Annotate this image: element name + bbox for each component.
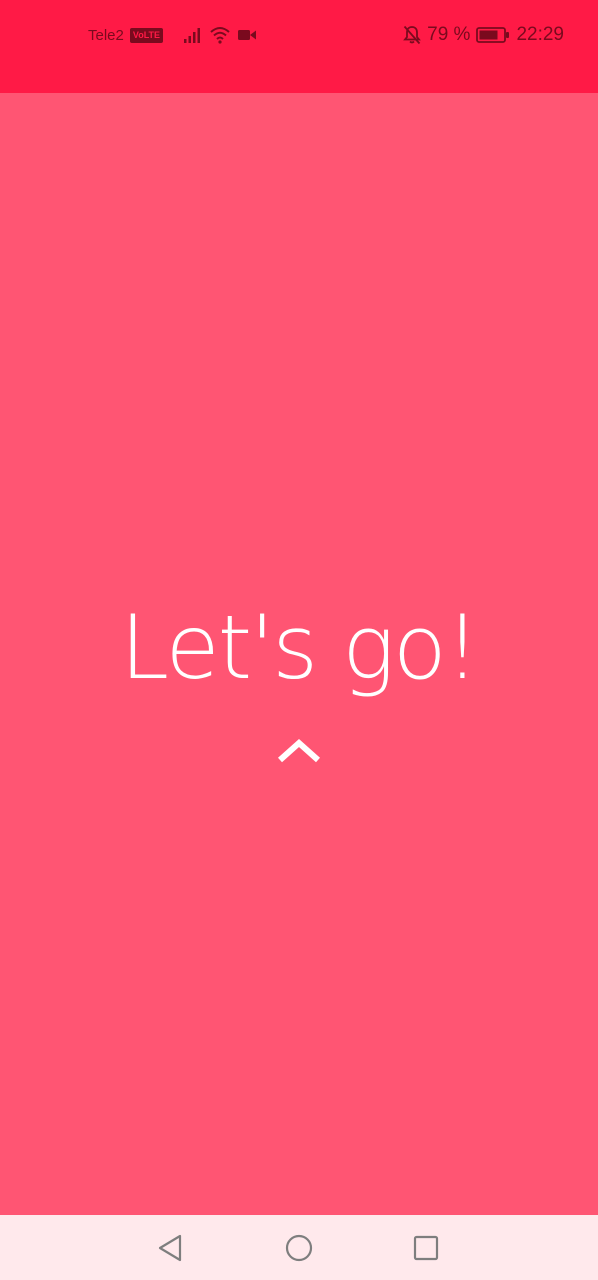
chevron-up-icon[interactable] xyxy=(276,735,322,765)
volte-badge: VoLTE xyxy=(129,27,164,43)
screen: Tele2 VoLTE 79 % 22:29 Let's go! xyxy=(0,0,598,1280)
battery-icon xyxy=(476,27,510,43)
wifi-icon xyxy=(209,26,231,44)
status-left: Tele2 VoLTE xyxy=(88,22,257,48)
clock-time: 22:29 xyxy=(516,24,564,45)
video-call-icon xyxy=(237,28,257,42)
headline: Let's go! xyxy=(119,596,480,699)
status-bar: Tele2 VoLTE 79 % 22:29 xyxy=(0,0,598,93)
main-content[interactable]: Let's go! xyxy=(0,93,598,1215)
notifications-off-icon xyxy=(403,25,422,45)
carrier-name: Tele2 xyxy=(88,26,124,44)
navigation-bar xyxy=(0,1215,598,1280)
back-icon[interactable] xyxy=(154,1231,188,1265)
battery-percent: 79 % xyxy=(427,24,471,45)
signal-icon xyxy=(183,26,203,44)
status-right: 79 % 22:29 xyxy=(403,22,564,48)
recent-apps-icon[interactable] xyxy=(409,1231,443,1265)
home-icon[interactable] xyxy=(282,1231,316,1265)
